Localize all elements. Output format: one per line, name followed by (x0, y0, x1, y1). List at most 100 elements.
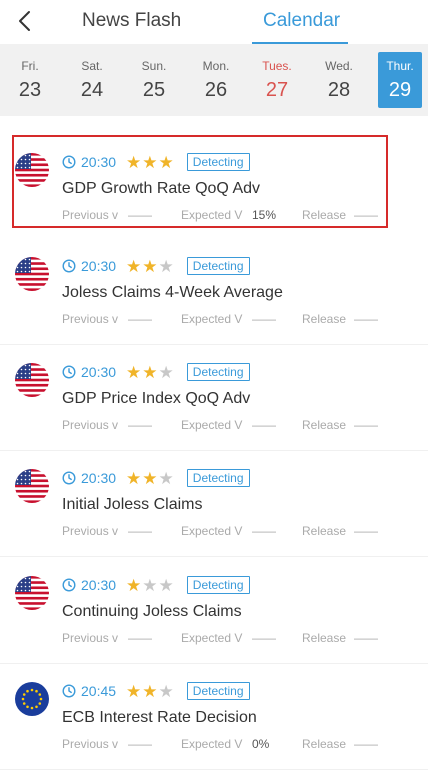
event-header: 20:30 ★ ★ ★ Detecting (62, 257, 250, 275)
status-badge: Detecting (186, 153, 250, 171)
event-title: Continuing Joless Claims (62, 603, 242, 620)
expected-label: Expected V (181, 737, 243, 751)
tab-calendar[interactable]: Calendar (263, 8, 340, 34)
expected-label: Expected V (181, 208, 243, 222)
event-time: 20:45 (81, 683, 117, 699)
expected-value: 15% (252, 208, 277, 222)
importance-stars: ★ ★ ★ (126, 154, 175, 171)
event-row[interactable]: 20:30 ★ ★ ★ Detecting Continuing Joless Claim… (0, 558, 428, 664)
day-name: Mon. (202, 59, 230, 73)
release-value: —— (354, 524, 378, 538)
previous-value: —— (128, 524, 152, 538)
event-title: ECB Interest Rate Decision (62, 709, 257, 726)
star-icon: ★ (158, 152, 174, 172)
star-icon: ★ (158, 362, 174, 382)
event-header: 20:30 ★ ★ ★ Detecting (62, 363, 250, 381)
star-icon: ★ (126, 575, 142, 595)
release-label: Release (302, 208, 347, 222)
star-icon: ★ (126, 468, 142, 488)
day-name: Tues. (262, 59, 292, 73)
event-row[interactable]: 20:30 ★ ★ ★ Detecting Joless Claims 4-Week Av… (0, 239, 428, 345)
previous-label: Previous v (62, 737, 119, 751)
release-label: Release (302, 312, 347, 326)
event-header: 20:30 ★ ★ ★ Detecting (62, 576, 250, 594)
status-badge: Detecting (186, 469, 250, 487)
release-value: —— (354, 208, 378, 222)
release-label: Release (302, 631, 347, 645)
day-item[interactable]: Wed. 28 (317, 52, 361, 108)
star-icon: ★ (126, 362, 142, 382)
release-label: Release (302, 524, 347, 538)
event-time: 20:30 (81, 470, 117, 486)
day-item[interactable]: Thur. 29 (378, 52, 422, 108)
event-header: 20:30 ★ ★ ★ Detecting (62, 153, 250, 171)
importance-stars: ★ ★ ★ (126, 364, 175, 381)
event-time: 20:30 (81, 577, 117, 593)
day-item[interactable]: Sun. 25 (132, 52, 176, 108)
day-name: Thur. (386, 59, 414, 73)
expected-value: —— (252, 524, 276, 538)
status-badge: Detecting (186, 257, 250, 275)
day-number: 24 (80, 79, 104, 101)
release-value: —— (354, 312, 378, 326)
importance-stars: ★ ★ ★ (126, 577, 175, 594)
expected-value: —— (252, 631, 276, 645)
status-badge: Detecting (186, 363, 250, 381)
event-title: GDP Growth Rate QoQ Adv (62, 180, 261, 197)
star-icon: ★ (126, 152, 142, 172)
day-number: 27 (265, 79, 289, 101)
day-number: 25 (142, 79, 166, 101)
clock-icon (62, 155, 76, 169)
us-flag-icon (15, 153, 49, 187)
event-row[interactable]: 20:30 ★ ★ ★ Detecting GDP Price Index QoQ Adv… (0, 345, 428, 451)
star-icon: ★ (126, 256, 142, 276)
event-time: 20:30 (81, 258, 117, 274)
event-time: 20:30 (81, 364, 117, 380)
clock-icon (62, 578, 76, 592)
expected-label: Expected V (181, 524, 243, 538)
event-title: GDP Price Index QoQ Adv (62, 390, 251, 407)
status-badge: Detecting (186, 682, 250, 700)
event-row[interactable]: 20:30 ★ ★ ★ Detecting GDP Growth Rate QoQ Adv… (12, 135, 388, 228)
day-item[interactable]: Mon. 26 (194, 52, 238, 108)
star-icon: ★ (142, 681, 158, 701)
tab-news-flash[interactable]: News Flash (82, 8, 181, 34)
release-label: Release (302, 737, 347, 751)
star-icon: ★ (126, 681, 142, 701)
expected-label: Expected V (181, 631, 243, 645)
star-icon: ★ (142, 152, 158, 172)
back-button[interactable] (10, 6, 38, 36)
day-name: Fri. (21, 59, 39, 73)
us-flag-icon (15, 363, 49, 397)
expected-label: Expected V (181, 312, 243, 326)
day-name: Sat. (81, 59, 103, 73)
expected-value: —— (252, 312, 276, 326)
previous-value: —— (128, 418, 152, 432)
event-header: 20:45 ★ ★ ★ Detecting (62, 682, 250, 700)
star-icon: ★ (142, 468, 158, 488)
previous-value: —— (128, 631, 152, 645)
event-row[interactable]: 20:30 ★ ★ ★ Detecting Initial Joless Claims Pr… (0, 451, 428, 557)
day-item[interactable]: Sat. 24 (70, 52, 114, 108)
star-icon: ★ (158, 681, 174, 701)
expected-value: 0% (252, 737, 270, 751)
release-label: Release (302, 418, 347, 432)
previous-label: Previous v (62, 524, 119, 538)
event-time: 20:30 (81, 154, 117, 170)
star-icon: ★ (142, 575, 158, 595)
day-number: 28 (327, 79, 351, 101)
release-value: —— (354, 737, 378, 751)
previous-value: —— (128, 208, 152, 222)
day-number: 29 (388, 79, 412, 101)
previous-label: Previous v (62, 631, 119, 645)
previous-label: Previous v (62, 312, 119, 326)
day-selector: Fri. 23 Sat. 24 Sun. 25 Mon. 26 Tues. 27 Wed. 28 Thu… (0, 44, 428, 116)
expected-value: —— (252, 418, 276, 432)
day-number: 23 (18, 79, 42, 101)
event-row[interactable]: 20:45 ★ ★ ★ Detecting ECB Interest Rate Decis… (0, 664, 428, 770)
release-value: —— (354, 418, 378, 432)
previous-label: Previous v (62, 208, 119, 222)
day-item[interactable]: Fri. 23 (8, 52, 52, 108)
day-item[interactable]: Tues. 27 (255, 52, 299, 108)
expected-label: Expected V (181, 418, 243, 432)
